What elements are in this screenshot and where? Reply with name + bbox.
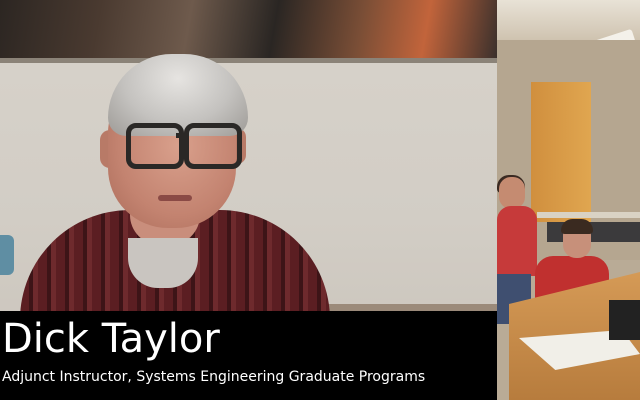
speaker-title: Adjunct Instructor, Systems Engineering … [2,369,426,385]
seated-student-hair [561,219,593,234]
wall-rail [537,212,640,218]
standing-student-head [499,177,525,209]
mouth [158,195,192,201]
classroom-panel [497,0,640,400]
undershirt [128,238,198,288]
speaker-name: Dick Taylor [2,316,220,362]
glasses-left-lens [126,123,184,169]
glasses-right-lens [184,123,242,169]
video-frame: Dick Taylor Adjunct Instructor, Systems … [0,0,640,400]
glasses-bridge [176,133,188,138]
standing-student [497,206,537,276]
lectern-monitor [609,300,640,340]
wooden-door [531,82,591,222]
